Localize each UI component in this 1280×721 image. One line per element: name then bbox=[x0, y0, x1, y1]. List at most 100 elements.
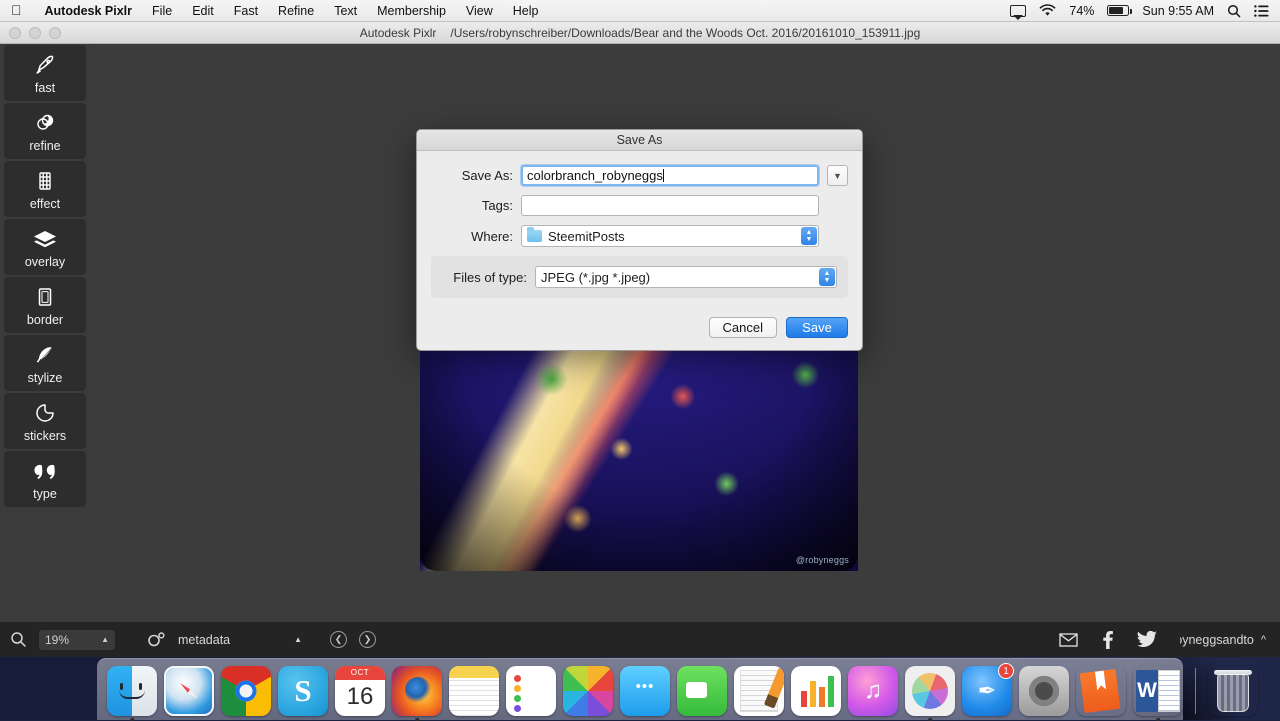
where-stepper-icon[interactable]: ▲▼ bbox=[801, 227, 817, 245]
file-type-group: Files of type: JPEG (*.jpg *.jpeg) ▲▼ bbox=[431, 256, 848, 298]
dock-item-system-preferences[interactable] bbox=[1019, 666, 1069, 716]
dock-item-messages[interactable] bbox=[620, 666, 670, 716]
dock-item-pixlr[interactable] bbox=[905, 666, 955, 716]
save-as-input[interactable]: colorbranch_robyneggs bbox=[521, 165, 819, 186]
dock-item-trash[interactable] bbox=[1208, 666, 1258, 716]
dock-item-chrome[interactable] bbox=[221, 666, 271, 716]
sidebar-item-refine[interactable]: refine bbox=[4, 103, 86, 159]
battery-percent-label: 74% bbox=[1069, 4, 1094, 18]
gear-icon bbox=[1019, 666, 1069, 716]
menu-item-help[interactable]: Help bbox=[503, 4, 549, 18]
battery-icon[interactable] bbox=[1107, 5, 1129, 16]
window-file-path: /Users/robynschreiber/Downloads/Bear and… bbox=[450, 26, 920, 40]
dock-separator bbox=[1195, 668, 1196, 714]
dock-item-finder[interactable] bbox=[107, 666, 157, 716]
menu-item-edit[interactable]: Edit bbox=[182, 4, 224, 18]
previous-image-button[interactable]: ❮ bbox=[330, 631, 347, 648]
dialog-body: Save As: colorbranch_robyneggs ▼ Tags: W… bbox=[417, 151, 862, 307]
apple-menu-icon[interactable]:  bbox=[11, 3, 22, 17]
sidebar-item-type[interactable]: type bbox=[4, 451, 86, 507]
window-minimize-button[interactable] bbox=[29, 27, 41, 39]
notification-center-icon[interactable] bbox=[1254, 5, 1269, 17]
account-caret-up-icon[interactable]: ^ bbox=[1261, 634, 1266, 646]
window-zoom-button[interactable] bbox=[49, 27, 61, 39]
file-type-select[interactable]: JPEG (*.jpg *.jpeg) ▲▼ bbox=[535, 266, 837, 288]
where-label: Where: bbox=[431, 229, 521, 244]
menu-item-view[interactable]: View bbox=[456, 4, 503, 18]
dock-item-ibooks[interactable] bbox=[1076, 666, 1126, 716]
sidebar-item-fast[interactable]: fast bbox=[4, 45, 86, 101]
dock-item-app-store[interactable]: ✒ 1 bbox=[962, 666, 1012, 716]
dock-item-numbers[interactable] bbox=[791, 666, 841, 716]
save-as-disclosure-button[interactable]: ▼ bbox=[827, 165, 848, 186]
status-bar-right-group: oyneggsandto ^ bbox=[1059, 631, 1280, 649]
menu-bar-clock[interactable]: Sun 9:55 AM bbox=[1142, 4, 1214, 18]
account-menu[interactable]: oyneggsandto ^ bbox=[1180, 633, 1266, 647]
search-icon[interactable] bbox=[10, 631, 27, 648]
menu-item-refine[interactable]: Refine bbox=[268, 4, 324, 18]
metadata-caret-up-icon[interactable]: ▲ bbox=[294, 635, 302, 644]
quote-marks-icon bbox=[31, 458, 59, 484]
dock-item-word[interactable]: W bbox=[1133, 666, 1183, 716]
where-select[interactable]: SteemitPosts ▲▼ bbox=[521, 225, 819, 247]
sidebar-item-effect[interactable]: effect bbox=[4, 161, 86, 217]
tags-label: Tags: bbox=[431, 198, 521, 213]
save-as-dialog[interactable]: Save As Save As: colorbranch_robyneggs ▼… bbox=[416, 129, 863, 351]
sidebar-label-border: border bbox=[27, 313, 63, 327]
facebook-icon[interactable] bbox=[1101, 631, 1114, 649]
folder-icon bbox=[527, 230, 542, 242]
rocket-icon bbox=[33, 52, 57, 78]
dock-item-pages[interactable] bbox=[734, 666, 784, 716]
sidebar-item-stickers[interactable]: stickers bbox=[4, 393, 86, 449]
zoom-level-control[interactable]: 19% ▲ bbox=[39, 630, 115, 650]
save-button[interactable]: Save bbox=[786, 317, 848, 338]
menu-item-membership[interactable]: Membership bbox=[367, 4, 456, 18]
sidebar-item-border[interactable]: border bbox=[4, 277, 86, 333]
dialog-footer: Cancel Save bbox=[417, 307, 862, 350]
dock-item-safari[interactable] bbox=[164, 666, 214, 716]
wifi-icon[interactable] bbox=[1039, 4, 1056, 17]
twitter-icon[interactable] bbox=[1137, 631, 1157, 648]
dock-item-notes[interactable] bbox=[449, 666, 499, 716]
tool-sidebar: fast refine effect bbox=[0, 44, 90, 622]
airplay-icon[interactable] bbox=[1010, 5, 1026, 17]
metadata-icon[interactable] bbox=[147, 632, 166, 647]
tags-row: Tags: bbox=[431, 195, 848, 216]
cancel-button[interactable]: Cancel bbox=[709, 317, 777, 338]
dialog-title: Save As bbox=[417, 130, 862, 151]
dock-item-skype[interactable]: S bbox=[278, 666, 328, 716]
calendar-day: 16 bbox=[335, 680, 385, 714]
metadata-label[interactable]: metadata bbox=[178, 633, 230, 647]
sidebar-item-overlay[interactable]: overlay bbox=[4, 219, 86, 275]
dock-item-reminders[interactable] bbox=[506, 666, 556, 716]
caret-up-icon[interactable]: ▲ bbox=[101, 635, 109, 644]
menu-item-autodesk-pixlr[interactable]: Autodesk Pixlr bbox=[35, 4, 143, 18]
next-image-button[interactable]: ❯ bbox=[359, 631, 376, 648]
running-indicator bbox=[928, 718, 932, 721]
sidebar-item-stylize[interactable]: stylize bbox=[4, 335, 86, 391]
adjust-circles-icon bbox=[33, 110, 57, 136]
save-as-row: Save As: colorbranch_robyneggs ▼ bbox=[431, 165, 848, 186]
dock-item-photos[interactable] bbox=[563, 666, 613, 716]
menu-item-fast[interactable]: Fast bbox=[224, 4, 268, 18]
menu-item-file[interactable]: File bbox=[142, 4, 182, 18]
window-title: Autodesk Pixlr/Users/robynschreiber/Down… bbox=[0, 26, 1280, 40]
window-close-button[interactable] bbox=[9, 27, 21, 39]
file-type-stepper-icon[interactable]: ▲▼ bbox=[819, 268, 835, 286]
menu-item-text[interactable]: Text bbox=[324, 4, 367, 18]
tags-input[interactable] bbox=[521, 195, 819, 216]
zoom-level-value: 19% bbox=[45, 633, 69, 647]
dock-item-itunes[interactable]: ♫ bbox=[848, 666, 898, 716]
frame-icon bbox=[33, 284, 57, 310]
spotlight-search-icon[interactable] bbox=[1227, 4, 1241, 18]
window-title-bar[interactable]: Autodesk Pixlr/Users/robynschreiber/Down… bbox=[0, 22, 1280, 44]
dock-item-facetime[interactable] bbox=[677, 666, 727, 716]
calendar-month: OCT bbox=[335, 666, 385, 680]
window-traffic-lights[interactable] bbox=[0, 27, 61, 39]
dock-item-calendar[interactable]: OCT 16 bbox=[335, 666, 385, 716]
dock-item-firefox[interactable] bbox=[392, 666, 442, 716]
envelope-icon[interactable] bbox=[1059, 633, 1078, 647]
sidebar-label-effect: effect bbox=[30, 197, 60, 211]
sidebar-label-fast: fast bbox=[35, 81, 55, 95]
window-app-name: Autodesk Pixlr bbox=[360, 26, 437, 40]
